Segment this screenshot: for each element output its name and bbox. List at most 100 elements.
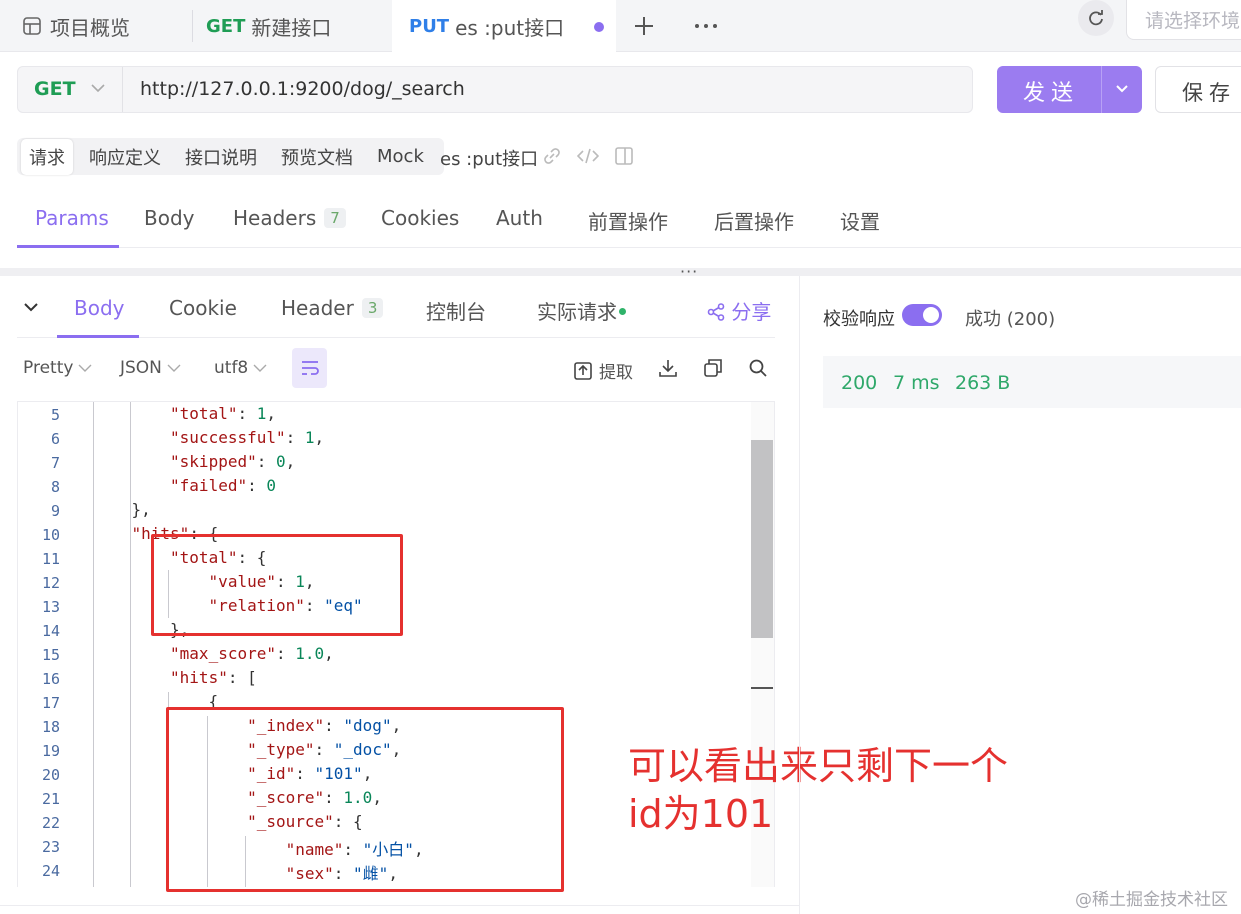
request-tabs: Params Body Headers 7 Cookies Auth 前置操作 后…	[17, 190, 1241, 248]
environment-select[interactable]: 请选择环境	[1126, 0, 1241, 40]
line-number: 11	[41, 550, 60, 568]
share-icon	[707, 303, 725, 321]
tab-overview-label: 项目概览	[50, 15, 130, 40]
refresh-button[interactable]	[1078, 0, 1114, 36]
link-icon[interactable]	[542, 146, 562, 166]
tab-method-put: PUT	[409, 16, 450, 37]
tab-settings[interactable]: 设置	[840, 206, 880, 235]
chevron-down-icon	[253, 364, 267, 372]
type-select[interactable]: JSON	[120, 358, 182, 378]
line-number: 14	[41, 622, 60, 640]
resp-tab-actual-request[interactable]: 实际请求	[537, 296, 626, 325]
panel-icon[interactable]	[614, 146, 634, 166]
chevron-down-icon[interactable]	[90, 80, 106, 96]
refresh-icon	[1089, 10, 1103, 26]
extract-button[interactable]: 提取	[573, 358, 633, 383]
share-button[interactable]: 分享	[707, 296, 771, 325]
chevron-down-icon	[78, 364, 92, 372]
code-line: },	[131, 500, 151, 519]
divider	[122, 67, 123, 112]
wrap-toggle-button[interactable]	[292, 348, 327, 388]
add-tab-button[interactable]	[633, 0, 663, 52]
send-button[interactable]: 发送	[997, 66, 1142, 113]
endpoint-name[interactable]: es :put接口	[440, 145, 538, 171]
tab-overview[interactable]: 项目概览	[0, 0, 192, 52]
send-label: 发送	[1023, 81, 1080, 106]
tab-headers-label: Headers	[233, 206, 317, 230]
scroll-position-marker	[751, 687, 773, 689]
code-line: "total": 1,	[170, 404, 277, 423]
extract-icon	[574, 361, 592, 380]
response-tabs: Body Cookie Header 3 控制台 实际请求 分享	[17, 288, 775, 338]
indent-guide	[129, 402, 131, 887]
doc-tab-description[interactable]: 接口说明	[177, 139, 265, 175]
download-icon[interactable]	[658, 358, 678, 378]
response-size: 263 B	[955, 372, 1011, 394]
copy-icon[interactable]	[703, 358, 723, 378]
more-icon	[695, 24, 717, 28]
tab-post-ops[interactable]: 后置操作	[714, 206, 794, 235]
resp-tab-body[interactable]: Body	[74, 296, 125, 320]
validate-response-label: 校验响应	[823, 309, 895, 330]
validation-status: 成功 (200)	[965, 309, 1056, 330]
tab-auth[interactable]: Auth	[496, 206, 543, 230]
save-button[interactable]: 保存	[1155, 66, 1241, 113]
line-number: 18	[41, 718, 60, 736]
resp-tab-header[interactable]: Header 3	[281, 296, 384, 320]
line-number: 5	[50, 406, 60, 424]
scrollbar-thumb[interactable]	[751, 440, 773, 638]
panel-divider	[799, 276, 800, 914]
line-number: 19	[41, 742, 60, 760]
annotation-line-2: id为101	[628, 792, 774, 836]
highlight-box-total	[151, 534, 403, 636]
line-number: 12	[41, 574, 60, 592]
more-tabs-button[interactable]	[694, 0, 722, 52]
line-numbers: 5 6 7 8 9 10 11 12 13 14 15 16 17 18 19 20 21 22 23 24	[18, 402, 78, 887]
url-input[interactable]	[140, 78, 940, 100]
tab-cookies[interactable]: Cookies	[381, 206, 459, 230]
tab-put-es[interactable]: PUT es :put接口	[392, 0, 616, 53]
unsaved-indicator	[594, 21, 605, 32]
doc-tab-request[interactable]: 请求	[21, 138, 73, 175]
tab-params[interactable]: Params	[35, 206, 109, 230]
doc-tab-response-def[interactable]: 响应定义	[81, 139, 169, 175]
annotation-line-1: 可以看出来只剩下一个	[628, 744, 1009, 788]
resp-tab-header-label: Header	[281, 296, 354, 320]
format-select[interactable]: Pretty	[23, 358, 93, 378]
search-icon[interactable]	[748, 358, 768, 378]
response-stats: 200 7 ms 263 B	[823, 356, 1241, 408]
tab-body[interactable]: Body	[144, 206, 195, 230]
divider	[1101, 66, 1102, 113]
resp-tab-cookie[interactable]: Cookie	[169, 296, 237, 320]
line-number: 23	[41, 838, 60, 856]
validate-response-toggle[interactable]	[902, 304, 942, 326]
drag-handle-icon[interactable]: ···	[680, 262, 698, 281]
header-count-badge: 3	[361, 298, 384, 318]
panel-splitter[interactable]	[0, 268, 1241, 276]
code-icon[interactable]	[577, 146, 599, 166]
line-number: 8	[50, 478, 60, 496]
active-tab-indicator	[57, 335, 139, 338]
resp-tab-console[interactable]: 控制台	[426, 296, 486, 325]
line-number: 17	[41, 694, 60, 712]
code-line: "successful": 1,	[170, 428, 325, 447]
url-bar: GET	[17, 66, 973, 113]
response-time: 7 ms	[893, 372, 940, 394]
doc-tab-preview[interactable]: 预览文档	[273, 139, 361, 175]
tab-method-get: GET	[206, 15, 246, 37]
tab-pre-ops[interactable]: 前置操作	[588, 206, 668, 235]
extract-label: 提取	[599, 363, 633, 383]
doc-tab-mock[interactable]: Mock	[369, 141, 432, 172]
tab-get-new[interactable]: GET 新建接口	[193, 0, 392, 52]
encoding-select[interactable]: utf8	[214, 358, 268, 378]
divider	[0, 905, 799, 906]
status-code: 200	[841, 372, 878, 394]
line-number: 16	[41, 670, 60, 688]
collapse-chevron-icon[interactable]	[22, 298, 40, 316]
chevron-down-icon[interactable]	[1114, 80, 1130, 96]
tab-headers[interactable]: Headers 7	[233, 206, 346, 230]
line-number: 24	[41, 862, 60, 880]
line-number: 6	[50, 430, 60, 448]
method-select[interactable]: GET	[34, 78, 76, 100]
chevron-down-icon	[167, 364, 181, 372]
